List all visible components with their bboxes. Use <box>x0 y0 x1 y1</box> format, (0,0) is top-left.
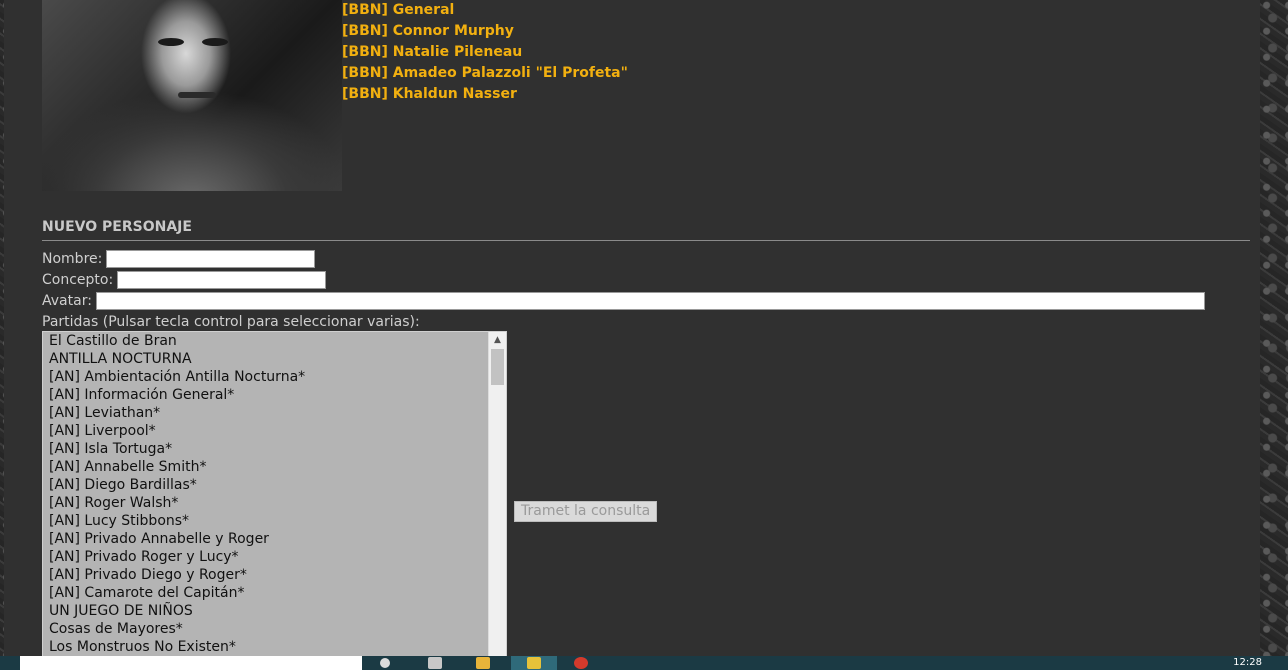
list-item[interactable]: Cosas de Mayores* <box>43 620 506 638</box>
app-icon <box>527 657 541 669</box>
taskbar: 12:28 <box>0 656 1288 670</box>
file-explorer-icon[interactable] <box>476 657 490 669</box>
section-divider <box>42 240 1250 241</box>
nombre-row: Nombre: <box>42 249 316 269</box>
list-item[interactable]: El Castillo de Bran <box>43 332 506 350</box>
list-item[interactable]: [AN] Privado Roger y Lucy* <box>43 548 506 566</box>
partidas-label: Partidas (Pulsar tecla control para sele… <box>42 314 420 330</box>
main-content: [BBN] General [BBN] Connor Murphy [BBN] … <box>4 0 1260 663</box>
list-item[interactable]: Los Monstruos No Existen* <box>43 638 506 656</box>
task-view-icon[interactable] <box>380 658 390 668</box>
section-title: NUEVO PERSONAJE <box>42 219 192 235</box>
nombre-input[interactable] <box>106 250 316 268</box>
character-link-general[interactable]: [BBN] General <box>342 0 628 21</box>
list-item[interactable]: [AN] Roger Walsh* <box>43 494 506 512</box>
active-app-button[interactable] <box>511 656 557 670</box>
partidas-row: Partidas (Pulsar tecla control para sele… <box>42 312 420 332</box>
taskbar-search-box[interactable] <box>20 656 362 670</box>
character-link-natalie-pileneau[interactable]: [BBN] Natalie Pileneau <box>342 42 628 63</box>
store-icon[interactable] <box>428 657 442 669</box>
character-avatar-image <box>42 0 342 191</box>
list-item[interactable]: [AN] Leviathan* <box>43 404 506 422</box>
avatar-input[interactable] <box>95 292 1205 310</box>
scroll-thumb[interactable] <box>491 349 504 385</box>
listbox-scrollbar[interactable]: ▲ <box>488 332 506 662</box>
concepto-label: Concepto: <box>42 272 114 288</box>
list-item[interactable]: [AN] Información General* <box>43 386 506 404</box>
list-item[interactable]: [AN] Diego Bardillas* <box>43 476 506 494</box>
browser-icon[interactable] <box>574 657 588 669</box>
list-item[interactable]: ANTILLA NOCTURNA <box>43 350 506 368</box>
list-item[interactable]: UN JUEGO DE NIÑOS <box>43 602 506 620</box>
character-link-khaldun-nasser[interactable]: [BBN] Khaldun Nasser <box>342 84 628 105</box>
partidas-listbox[interactable]: El Castillo de Bran ANTILLA NOCTURNA [AN… <box>42 331 507 663</box>
character-link-connor-murphy[interactable]: [BBN] Connor Murphy <box>342 21 628 42</box>
list-item[interactable]: [AN] Camarote del Capitán* <box>43 584 506 602</box>
concepto-row: Concepto: <box>42 270 327 290</box>
list-item[interactable]: [AN] Privado Diego y Roger* <box>43 566 506 584</box>
list-item[interactable]: [AN] Annabelle Smith* <box>43 458 506 476</box>
nombre-label: Nombre: <box>42 251 103 267</box>
list-item[interactable]: [AN] Privado Annabelle y Roger <box>43 530 506 548</box>
list-item[interactable]: [AN] Ambientación Antilla Nocturna* <box>43 368 506 386</box>
taskbar-clock[interactable]: 12:28 <box>1233 657 1262 669</box>
list-item[interactable]: [AN] Isla Tortuga* <box>43 440 506 458</box>
avatar-row: Avatar: <box>42 291 1205 311</box>
scroll-up-icon[interactable]: ▲ <box>489 332 506 349</box>
stone-border-right <box>1260 0 1288 656</box>
character-list: [BBN] General [BBN] Connor Murphy [BBN] … <box>342 0 628 105</box>
concepto-input[interactable] <box>117 271 327 289</box>
avatar-label: Avatar: <box>42 293 92 309</box>
character-link-amadeo-palazzoli[interactable]: [BBN] Amadeo Palazzoli "El Profeta" <box>342 63 628 84</box>
submit-button[interactable]: Tramet la consulta <box>514 501 658 522</box>
list-item[interactable]: [AN] Lucy Stibbons* <box>43 512 506 530</box>
list-item[interactable]: [AN] Liverpool* <box>43 422 506 440</box>
